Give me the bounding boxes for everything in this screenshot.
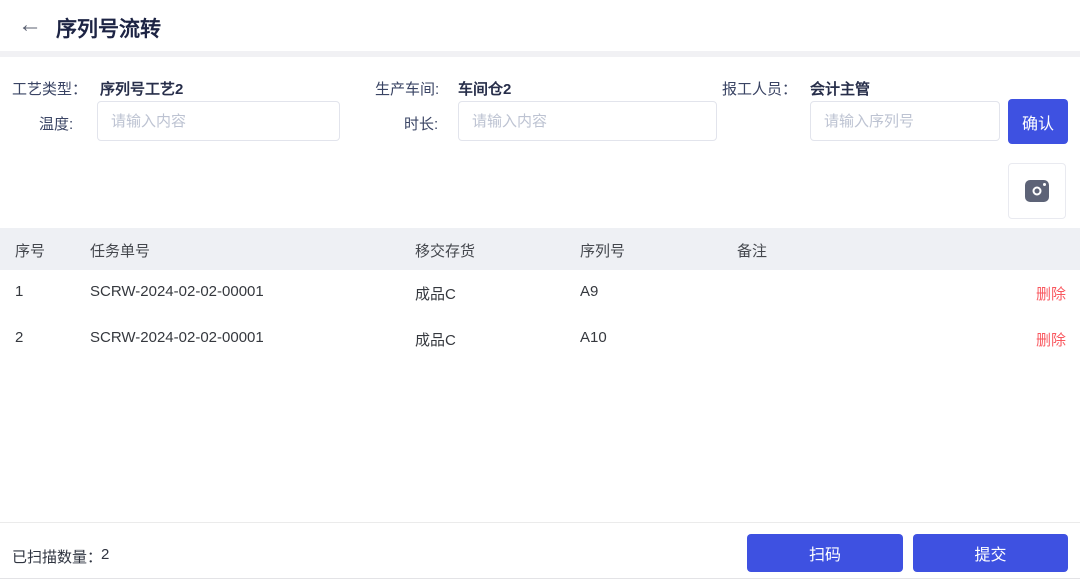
col-remark: 备注 xyxy=(737,240,767,261)
col-task-no: 任务单号 xyxy=(90,240,150,261)
temperature-input[interactable] xyxy=(97,101,340,141)
row-serial: A10 xyxy=(580,329,607,346)
row-inventory: 成品C xyxy=(415,283,456,304)
col-serial: 序列号 xyxy=(580,240,625,261)
scan-button[interactable]: 扫码 xyxy=(747,534,903,572)
submit-button[interactable]: 提交 xyxy=(913,534,1068,572)
confirm-button[interactable]: 确认 xyxy=(1008,99,1068,144)
camera-button[interactable] xyxy=(1008,163,1066,219)
bottom-divider xyxy=(0,578,1080,579)
workshop-label: 生产车间: xyxy=(375,78,439,99)
header-divider xyxy=(0,51,1080,57)
table-header: 序号 任务单号 移交存货 序列号 备注 xyxy=(0,228,1080,270)
temperature-label: 温度: xyxy=(39,113,73,134)
row-serial: A9 xyxy=(580,283,598,300)
workshop-value: 车间仓2 xyxy=(458,78,511,99)
process-type-label: 工艺类型： xyxy=(12,78,87,99)
row-task-no: SCRW-2024-02-02-00001 xyxy=(90,283,264,300)
camera-icon xyxy=(1025,180,1049,202)
back-icon[interactable]: ← xyxy=(18,13,42,37)
row-task-no: SCRW-2024-02-02-00001 xyxy=(90,329,264,346)
duration-input[interactable] xyxy=(458,101,717,141)
camera-lens-icon xyxy=(1033,187,1042,196)
reporter-value: 会计主管 xyxy=(810,78,870,99)
serial-number-input[interactable] xyxy=(810,101,1000,141)
col-inventory: 移交存货 xyxy=(415,240,475,261)
delete-row-button[interactable]: 删除 xyxy=(1036,329,1066,350)
row-index: 2 xyxy=(15,329,23,346)
scanned-count-label: 已扫描数量： xyxy=(12,546,102,567)
footer-divider xyxy=(0,522,1080,523)
page-title: 序列号流转 xyxy=(56,13,161,43)
delete-row-button[interactable]: 删除 xyxy=(1036,283,1066,304)
duration-label: 时长: xyxy=(404,113,438,134)
process-type-value: 序列号工艺2 xyxy=(100,78,183,99)
serial-transfer-page: ← 序列号流转 工艺类型： 序列号工艺2 生产车间: 车间仓2 报工人员： 会计… xyxy=(0,0,1080,580)
col-index: 序号 xyxy=(15,240,45,261)
scanned-count-value: 2 xyxy=(101,546,109,563)
row-inventory: 成品C xyxy=(415,329,456,350)
row-index: 1 xyxy=(15,283,23,300)
camera-dot-icon xyxy=(1043,183,1046,186)
reporter-label: 报工人员： xyxy=(722,78,797,99)
